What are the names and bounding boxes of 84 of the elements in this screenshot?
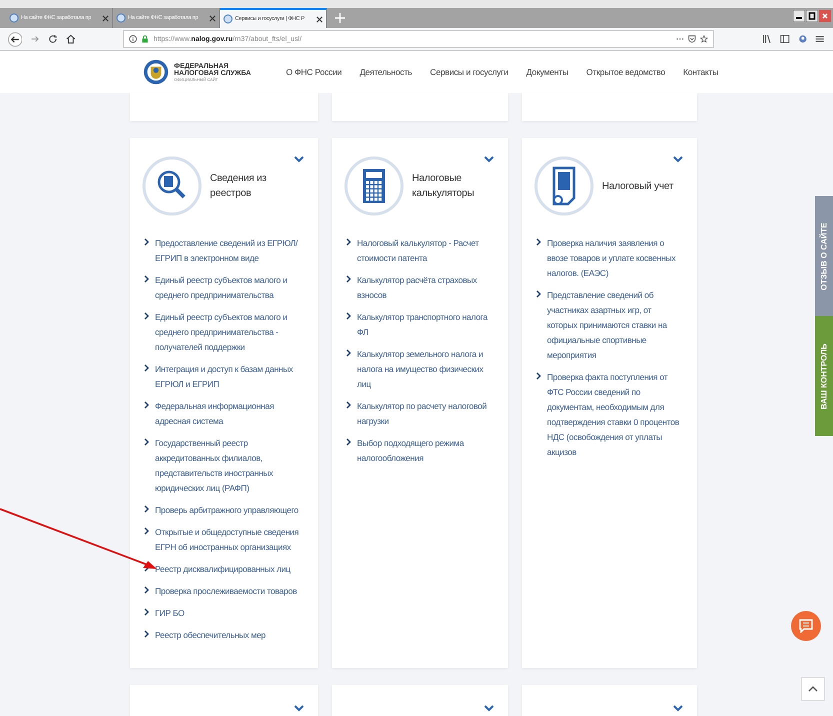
chevron-down-icon[interactable] (294, 705, 304, 712)
chevron-right-icon (144, 401, 149, 409)
service-link[interactable]: Предоставление сведений из ЕГРЮЛ/ЕГРИП в электронном виде (155, 236, 304, 266)
card-title: Сведения из реестров (210, 172, 268, 201)
scroll-top-button[interactable] (801, 677, 825, 701)
service-link[interactable]: ГИР БО (155, 606, 184, 621)
nav-link[interactable]: О ФНС России (286, 67, 342, 77)
chevron-right-icon (144, 505, 149, 513)
chevron-right-icon (536, 290, 541, 298)
card-title: Налоговые калькуляторы (412, 172, 476, 201)
chat-icon (799, 619, 813, 633)
globe-icon (116, 13, 126, 23)
service-link[interactable]: Единый реестр субъектов малого и среднего предпринимательства (155, 273, 304, 303)
extension-icon[interactable] (798, 34, 808, 44)
service-link[interactable]: Единый реестр субъектов малого и среднего предпринимательства - получателей поддержки (155, 310, 304, 355)
reload-icon[interactable] (48, 34, 58, 44)
sidebar-icon[interactable] (780, 34, 790, 44)
service-link[interactable]: Открытые и общедоступные сведения ЕГРН об иностранных организациях (155, 525, 304, 555)
nav-link[interactable]: Открытое ведомство (586, 67, 666, 77)
service-link[interactable]: Реестр дисквалифицированных лиц (155, 562, 290, 577)
chat-button[interactable] (791, 611, 821, 641)
service-link[interactable]: Проверка наличия заявления о ввозе товаров и уплате косвенных налогов. (ЕАЭС) (547, 236, 683, 281)
service-link[interactable]: Государственный реестр аккредитованных филиалов, представительств иностранных юридических лиц (РАФП) (155, 436, 304, 496)
service-link[interactable]: Налоговый калькулятор - Расчет стоимости патента (357, 236, 494, 266)
chevron-right-icon (144, 238, 149, 246)
card-title: Налоговый учет (602, 180, 674, 194)
chevron-right-icon (346, 401, 351, 409)
chevron-right-icon (346, 275, 351, 283)
chevron-right-icon (144, 608, 149, 616)
chevron-right-icon (144, 438, 149, 446)
chevron-down-icon[interactable] (673, 705, 683, 712)
service-link[interactable]: Представление сведений об участниках азартных игр, от которых принимаются ставки на официальные спортивные мероприятия (547, 288, 683, 363)
service-link[interactable]: Калькулятор земельного налога и налога на имущество физических лиц (357, 347, 494, 392)
magnifier-icon (142, 156, 202, 216)
globe-icon (223, 14, 233, 24)
globe-icon (9, 13, 19, 23)
chevron-right-icon (144, 586, 149, 594)
chevron-down-icon[interactable] (294, 156, 304, 163)
chevron-right-icon (144, 630, 149, 638)
chevron-right-icon (144, 312, 149, 320)
service-link[interactable]: Калькулятор по расчету налоговой нагрузки (357, 399, 494, 429)
info-icon (129, 35, 138, 43)
library-icon[interactable] (762, 34, 772, 44)
lock-icon (141, 35, 150, 43)
chevron-down-icon[interactable] (484, 705, 494, 712)
chevron-right-icon (144, 275, 149, 283)
chevron-right-icon (346, 349, 351, 357)
restore-icon[interactable] (806, 10, 818, 22)
chevron-down-icon[interactable] (484, 156, 494, 163)
nav-link[interactable]: Контакты (683, 67, 718, 77)
home-icon[interactable] (66, 34, 76, 44)
service-link[interactable]: Калькулятор транспортного налога ФЛ (357, 310, 494, 340)
chevron-right-icon (346, 238, 351, 246)
back-icon[interactable] (8, 32, 22, 46)
minimize-icon[interactable] (793, 10, 805, 22)
service-link[interactable]: Федеральная информационная адресная система (155, 399, 304, 429)
chevron-right-icon (536, 238, 541, 246)
service-link[interactable]: Выбор подходящего режима налогообложения (357, 436, 494, 466)
emblem-icon[interactable] (143, 59, 169, 85)
nav-link[interactable]: Деятельность (360, 67, 412, 77)
star-icon[interactable] (700, 35, 708, 43)
service-link[interactable]: Проверь арбитражного управляющего (155, 503, 298, 518)
nav-link[interactable]: Документы (526, 67, 568, 77)
document-icon (534, 156, 594, 216)
chevron-right-icon (536, 372, 541, 380)
calculator-icon (344, 156, 404, 216)
service-link[interactable]: Проверка факта поступления от ФТС России сведений по документам, необходимым для подтверждения ставки 0 процентов НДС (освобождения от уплаты акцизов (547, 370, 683, 460)
shield-icon[interactable] (688, 35, 696, 43)
close-icon[interactable] (209, 14, 216, 22)
service-link[interactable]: Проверка прослеживаемости товаров (155, 584, 297, 599)
service-link[interactable]: Интеграция и доступ к базам данных ЕГРЮЛ и ЕГРИП (155, 362, 304, 392)
chevron-right-icon (144, 527, 149, 535)
chevron-right-icon (346, 438, 351, 446)
chevron-right-icon (346, 312, 351, 320)
close-icon[interactable] (102, 14, 109, 22)
chevron-right-icon (144, 364, 149, 372)
chevron-down-icon[interactable] (673, 156, 683, 163)
close-icon[interactable] (316, 16, 323, 22)
service-link[interactable]: Реестр обеспечительных мер (155, 628, 266, 643)
menu-icon[interactable] (815, 34, 826, 44)
caret-up-icon (808, 686, 818, 692)
service-link[interactable]: Калькулятор расчёта страховых взносов (357, 273, 494, 303)
nav-link[interactable]: Сервисы и госуслуги (430, 67, 508, 77)
forward-icon[interactable] (30, 34, 40, 44)
